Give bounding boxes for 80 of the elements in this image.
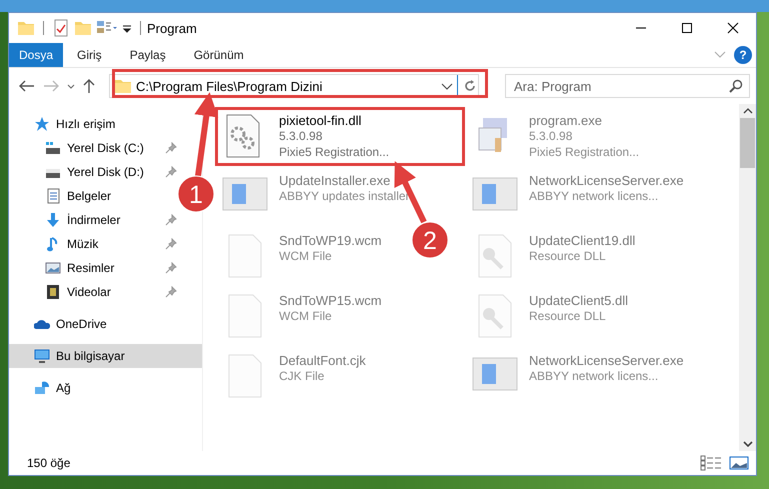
sidebar-item[interactable]: Yerel Disk (D:) — [9, 160, 152, 184]
film-icon — [45, 284, 61, 300]
file-detail: ABBYY network licens... — [529, 368, 660, 384]
details-view-icon[interactable] — [700, 455, 722, 471]
step-badge — [412, 222, 448, 258]
sidebar-item[interactable]: Ağ — [9, 376, 79, 400]
file-menu-tab[interactable]: Dosya — [9, 43, 64, 67]
properties-icon[interactable] — [52, 19, 70, 37]
address-field[interactable]: C:\Program Files\Program Dizini — [109, 74, 479, 98]
file-detail: 5.3.0.98 — [529, 128, 574, 144]
file-detail: Pixie5 Registration... — [279, 144, 390, 160]
document-icon — [45, 188, 61, 204]
up-icon[interactable] — [83, 78, 95, 94]
sidebar-item[interactable]: Videolar — [9, 280, 119, 304]
recent-caret-icon[interactable] — [67, 84, 75, 88]
sidebar-item[interactable]: Hızlı erişim — [9, 112, 124, 136]
file-detail: WCM File — [279, 248, 333, 264]
scroll-down-icon[interactable] — [742, 441, 752, 447]
file-name[interactable]: UpdateInstaller.exe — [279, 173, 410, 188]
sidebar-item[interactable]: Bu bilgisayar — [9, 344, 202, 368]
window-title: Program — [147, 20, 197, 36]
file-detail: ABBYY updates installer — [279, 188, 410, 204]
sidebar-item[interactable]: Müzik — [9, 232, 106, 256]
sidebar-item[interactable]: Yerel Disk (C:) — [9, 136, 152, 160]
pin-icon[interactable] — [165, 142, 177, 154]
file-detail: WCM File — [279, 308, 333, 324]
scroll-up-icon[interactable] — [742, 108, 752, 114]
star-icon — [34, 116, 50, 132]
pin-icon[interactable] — [165, 262, 177, 274]
sidebar-item[interactable]: OneDrive — [9, 312, 115, 336]
file-name[interactable]: program.exe — [529, 113, 640, 128]
file-detail: ABBYY network licens... — [529, 188, 660, 204]
file-name[interactable]: NetworkLicenseServer.exe — [529, 353, 684, 368]
scrollbar-thumb[interactable] — [740, 118, 755, 168]
pin-icon[interactable] — [165, 214, 177, 226]
maximize-icon[interactable] — [681, 22, 693, 34]
folder-icon — [114, 77, 132, 95]
sidebar-item[interactable]: İndirmeler — [9, 208, 128, 232]
folder-icon[interactable] — [17, 19, 35, 37]
help-button[interactable]: ? — [734, 46, 752, 64]
file-name[interactable]: UpdateClient19.dll — [529, 233, 636, 248]
pin-icon[interactable] — [165, 286, 177, 298]
file-name[interactable]: UpdateClient5.dll — [529, 293, 628, 308]
ribbon-tab[interactable]: Giriş — [63, 43, 116, 67]
search-field[interactable]: Ara: Program — [505, 74, 750, 98]
sidebar-item[interactable]: Resimler — [9, 256, 122, 280]
address-path: C:\Program Files\Program Dizini — [136, 78, 322, 94]
item-count: 150 öğe — [27, 456, 70, 470]
forward-icon[interactable] — [43, 80, 59, 92]
file-name[interactable]: SndToWP15.wcm — [279, 293, 382, 308]
address-dropdown-icon[interactable] — [441, 82, 453, 90]
pin-icon[interactable] — [165, 238, 177, 250]
file-detail: Pixie5 Registration... — [529, 144, 640, 160]
network-icon — [34, 380, 50, 396]
pin-icon[interactable] — [165, 166, 177, 178]
back-icon[interactable] — [19, 80, 35, 92]
monitor-icon — [34, 348, 50, 364]
ribbon-tab[interactable]: Paylaş — [116, 43, 180, 67]
refresh-icon[interactable] — [462, 78, 478, 94]
file-detail: 5.3.0.98 — [279, 128, 324, 144]
drive-icon — [45, 140, 61, 156]
scrollbar[interactable] — [739, 104, 756, 451]
file-name[interactable]: pixietool-fin.dll — [279, 113, 390, 128]
file-name[interactable]: SndToWP19.wcm — [279, 233, 382, 248]
step-number: 2 — [423, 227, 437, 255]
download-icon — [45, 212, 61, 228]
large-icons-view-icon[interactable] — [728, 455, 750, 471]
file-name[interactable]: DefaultFont.cjk — [279, 353, 366, 368]
expand-ribbon-icon[interactable] — [714, 51, 726, 59]
file-detail: Resource DLL — [529, 248, 607, 264]
step-badge — [178, 176, 214, 212]
sidebar-item[interactable]: Belgeler — [9, 184, 120, 208]
picture-icon — [45, 260, 61, 276]
step-number: 1 — [189, 181, 203, 209]
search-icon[interactable] — [729, 79, 743, 93]
close-icon[interactable] — [727, 22, 739, 34]
file-detail: Resource DLL — [529, 308, 607, 324]
ribbon-tab[interactable]: Görünüm — [180, 43, 258, 67]
file-name[interactable]: NetworkLicenseServer.exe — [529, 173, 684, 188]
file-detail: CJK File — [279, 368, 326, 384]
